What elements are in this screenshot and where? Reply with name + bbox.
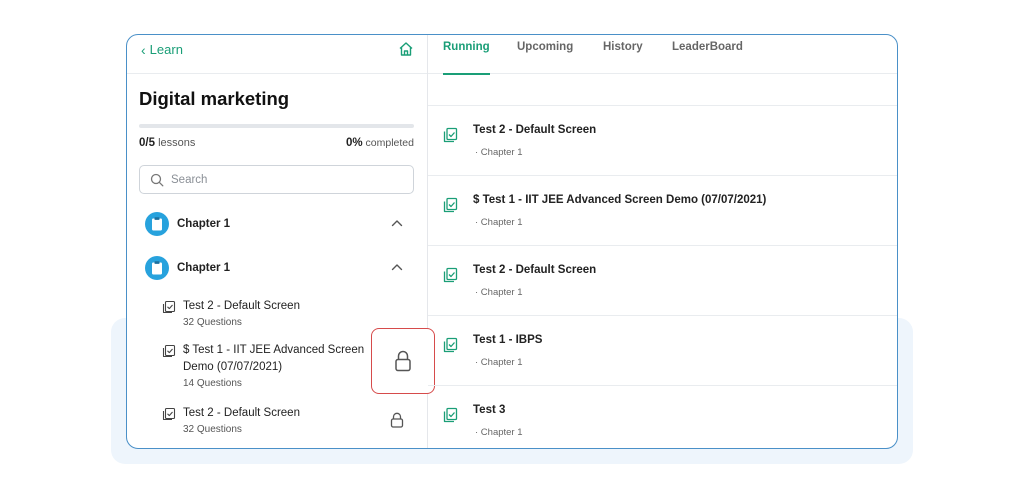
test-row[interactable]: Test 1 - IBPS · Chapter 1 [428, 316, 897, 386]
back-label: Learn [149, 42, 183, 57]
chevron-up-icon[interactable] [391, 263, 403, 271]
course-progress-bar [139, 124, 414, 128]
clipboard-icon [145, 212, 169, 236]
test-row[interactable]: Test 3 · Chapter 1 [428, 386, 897, 448]
tab-bar: Running Upcoming History LeaderBoard [428, 35, 897, 75]
test-list-item[interactable]: Test 2 - Default Screen 32 Questions [162, 405, 407, 435]
lock-icon [395, 350, 411, 372]
lessons-count: 0/5 lessons [139, 137, 195, 149]
test-title: Test 2 - Default Screen [183, 407, 300, 419]
test-question-count: 32 Questions [183, 424, 242, 435]
test-clipboard-icon [443, 127, 458, 143]
chapter-label: Chapter 1 [177, 218, 231, 230]
lessons-count-label: lessons [158, 137, 196, 149]
tab-sub-bar [428, 74, 897, 106]
test-row[interactable]: Test 2 - Default Screen · Chapter 1 [428, 246, 897, 316]
completed-percent: 0% [346, 137, 363, 149]
tab-running[interactable]: Running [443, 41, 490, 53]
test-row-title: Test 2 - Default Screen [473, 124, 597, 136]
test-row-chapter: · Chapter 1 [475, 217, 523, 228]
test-clipboard-icon [443, 197, 458, 213]
test-clipboard-icon [162, 407, 176, 421]
test-clipboard-icon [162, 344, 176, 358]
course-title: Digital marketing [139, 88, 290, 109]
chapter-header[interactable]: Chapter 1 [145, 255, 413, 281]
test-row-title: $ Test 1 - IIT JEE Advanced Screen Demo … [473, 194, 767, 206]
test-row[interactable]: $ Test 1 - IIT JEE Advanced Screen Demo … [428, 176, 897, 246]
chapter-label: Chapter 1 [177, 262, 231, 274]
tests-panel: Running Upcoming History LeaderBoard Tes… [428, 35, 897, 448]
app-window: ‹ Learn Digital marketing 0/5 lessons 0%… [126, 34, 898, 449]
test-row-chapter: · Chapter 1 [475, 357, 523, 368]
lock-icon[interactable] [390, 412, 404, 428]
test-row-title: Test 1 - IBPS [473, 334, 543, 346]
sidebar-header: ‹ Learn [127, 35, 427, 74]
test-title: $ Test 1 - IIT JEE Advanced Screen Demo … [183, 344, 365, 373]
chevron-up-icon[interactable] [391, 219, 403, 227]
test-row-chapter: · Chapter 1 [475, 147, 523, 158]
search-input[interactable] [171, 173, 391, 186]
completion-status: 0% completed [346, 137, 414, 149]
test-question-count: 32 Questions [183, 317, 242, 328]
chevron-left-icon: ‹ [141, 41, 146, 58]
tab-leaderboard[interactable]: LeaderBoard [672, 41, 743, 53]
completed-label: completed [365, 137, 414, 149]
test-row[interactable]: Test 2 - Default Screen · Chapter 1 [428, 106, 897, 176]
test-title: Test 2 - Default Screen [183, 300, 300, 312]
test-question-count: 14 Questions [183, 378, 242, 389]
test-row-title: Test 2 - Default Screen [473, 264, 597, 276]
test-clipboard-icon [443, 407, 458, 423]
search-box[interactable] [139, 165, 414, 194]
test-clipboard-icon [443, 267, 458, 283]
test-row-title: Test 3 [473, 404, 506, 416]
search-icon [150, 173, 164, 186]
course-sidebar: ‹ Learn Digital marketing 0/5 lessons 0%… [127, 35, 435, 448]
tab-upcoming[interactable]: Upcoming [517, 41, 573, 53]
lessons-count-value: 0/5 [139, 137, 155, 149]
back-to-learn-link[interactable]: ‹ Learn [141, 42, 183, 57]
chapter-header[interactable]: Chapter 1 [145, 211, 413, 237]
test-clipboard-icon [162, 300, 176, 314]
test-row-chapter: · Chapter 1 [475, 427, 523, 438]
test-clipboard-icon [443, 337, 458, 353]
test-row-chapter: · Chapter 1 [475, 287, 523, 298]
clipboard-icon [145, 256, 169, 280]
highlighted-lock-button[interactable] [371, 328, 435, 394]
tab-history[interactable]: History [603, 41, 643, 53]
home-icon[interactable] [398, 41, 414, 57]
test-list-item[interactable]: Test 2 - Default Screen 32 Questions [162, 298, 407, 328]
